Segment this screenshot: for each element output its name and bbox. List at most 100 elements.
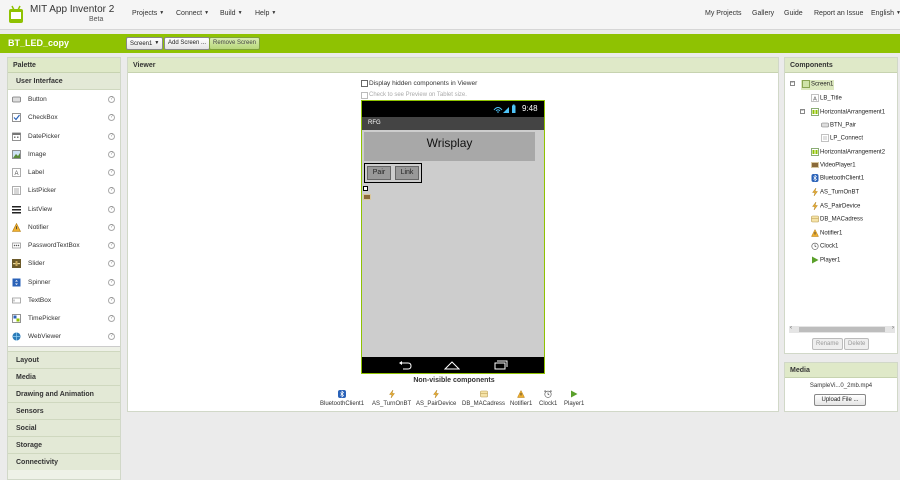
nonvisible-as-turnonbt[interactable]: AS_TurnOnBT [372, 390, 411, 407]
help-icon[interactable]: ? [108, 169, 115, 176]
screen-select-button[interactable]: Screen1 ▼ [126, 37, 164, 50]
help-icon[interactable]: ? [108, 296, 115, 304]
palette-category-media[interactable]: Media [8, 367, 120, 385]
palette-category-drawing-animation[interactable]: Drawing and Animation [8, 384, 120, 402]
tree-item-as-turnonbt[interactable]: AS_TurnOnBT [811, 188, 859, 198]
palette-item-listpicker[interactable]: ListPicker ? [8, 181, 120, 199]
caret-down-icon: ▼ [237, 10, 243, 16]
tree-item-horizontalarrangement2[interactable]: HorizontalArrangement2 [811, 148, 885, 158]
palette-section-user-interface[interactable]: User Interface [8, 73, 120, 90]
palette-item-label: Label [28, 169, 44, 176]
link-my-projects[interactable]: My Projects [705, 10, 742, 17]
palette-category-social[interactable]: Social [8, 418, 120, 436]
help-icon[interactable]: ? [108, 333, 115, 341]
tree-item-as-pairdevice[interactable]: AS_PairDevice [811, 202, 860, 212]
help-icon[interactable]: ? [108, 114, 115, 122]
display-hidden-checkbox[interactable] [361, 80, 368, 87]
link-button[interactable]: Link [395, 166, 419, 180]
lb-title-label[interactable]: Wrisplay [364, 132, 535, 161]
palette-item-label: WebViewer [28, 333, 61, 341]
palette-panel: Palette User Interface Button ? CheckBox… [7, 57, 121, 480]
scroll-right-icon[interactable]: › [892, 325, 894, 331]
button-icon [821, 122, 829, 128]
menu-help[interactable]: Help ▼ [255, 10, 276, 17]
palette-item-passwordtextbox[interactable]: PasswordTextBox ? [8, 236, 120, 254]
rename-button[interactable]: Rename [812, 338, 843, 350]
help-icon[interactable]: ? [108, 278, 115, 286]
help-icon[interactable]: ? [108, 187, 115, 195]
help-icon[interactable]: ? [108, 205, 115, 213]
tree-item-clock1[interactable]: Clock1 [811, 242, 838, 252]
tablet-preview-checkbox[interactable] [361, 92, 368, 99]
horizontal-arrangement-2[interactable] [363, 186, 368, 191]
label-icon: A [811, 94, 819, 102]
svg-text:A: A [14, 171, 18, 177]
scroll-left-icon[interactable]: ‹ [790, 325, 792, 331]
nonvisible-notifier1[interactable]: Notifier1 [510, 390, 532, 407]
nonvisible-bluetoothclient1[interactable]: BluetoothClient1 [320, 390, 364, 407]
menu-projects[interactable]: Projects ▼ [132, 10, 164, 17]
nonvisible-db-macadress[interactable]: DB_MACadress [462, 390, 505, 407]
button-icon [12, 96, 21, 103]
palette-category-storage[interactable]: Storage [8, 435, 120, 453]
components-scrollbar[interactable]: ‹ › [789, 325, 895, 333]
palette-category-connectivity[interactable]: Connectivity [8, 452, 120, 470]
palette-category-sensors[interactable]: Sensors [8, 401, 120, 419]
palette-item-checkbox[interactable]: CheckBox ? [8, 108, 120, 126]
palette-item-webviewer[interactable]: WebViewer ? [8, 327, 120, 345]
tree-item-db-macadress[interactable]: DB_MACadress [811, 215, 863, 225]
help-icon[interactable]: ? [108, 150, 115, 158]
nonvisible-as-pairdevice[interactable]: AS_PairDevice [416, 390, 456, 407]
help-icon[interactable]: ? [108, 260, 115, 268]
app-inventor-logo-icon[interactable] [6, 3, 26, 25]
tree-item-notifier1[interactable]: Notifier1 [811, 229, 842, 239]
link-report-issue[interactable]: Report an Issue [814, 10, 863, 17]
project-toolbar: BT_LED_copy Screen1 ▼ Add Screen ... Remo… [0, 34, 900, 53]
upload-file-button[interactable]: Upload File ... [814, 394, 866, 406]
palette-item-textbox[interactable]: TextBox ? [8, 291, 120, 309]
tree-item-videoplayer1[interactable]: VideoPlayer1 [811, 161, 856, 171]
scrollbar-thumb[interactable] [799, 327, 885, 332]
tinydb-icon [811, 215, 819, 223]
nonvisible-label: Notifier1 [510, 401, 533, 407]
palette-item-label-component[interactable]: A Label ? [8, 163, 120, 181]
palette-item-notifier[interactable]: Notifier ? [8, 218, 120, 236]
remove-screen-button[interactable]: Remove Screen [209, 37, 261, 50]
palette-item-image[interactable]: Image ? [8, 145, 120, 163]
collapse-harr1-icon[interactable]: − [800, 109, 805, 114]
menu-build[interactable]: Build ▼ [220, 10, 243, 17]
tree-item-bluetoothclient1[interactable]: BluetoothClient1 [811, 174, 864, 184]
tree-item-horizontalarrangement1[interactable]: HorizontalArrangement1 [811, 108, 885, 118]
help-icon[interactable]: ? [108, 223, 115, 231]
palette-item-listview[interactable]: ListView ? [8, 200, 120, 218]
add-screen-button[interactable]: Add Screen ... [164, 37, 211, 50]
horizontal-arrangement-1[interactable]: Pair Link [364, 163, 422, 183]
collapse-screen1-icon[interactable]: − [790, 81, 795, 86]
tree-item-screen1[interactable]: Screen1 [801, 80, 835, 90]
help-icon[interactable]: ? [108, 96, 115, 103]
nonvisible-label: DB_MACadress [462, 401, 506, 407]
palette-item-slider[interactable]: Slider ? [8, 254, 120, 272]
palette-item-spinner[interactable]: Spinner ? [8, 273, 120, 291]
delete-button[interactable]: Delete [844, 338, 870, 350]
help-icon[interactable]: ? [108, 315, 115, 322]
palette-category-layout[interactable]: Layout [8, 350, 120, 368]
link-gallery[interactable]: Gallery [752, 10, 774, 17]
link-guide[interactable]: Guide [784, 10, 803, 17]
palette-item-timepicker[interactable]: TimePicker ? [8, 309, 120, 327]
help-icon[interactable]: ? [108, 132, 115, 140]
menu-language[interactable]: English ▼ [871, 10, 900, 17]
palette-item-datepicker[interactable]: DatePicker ? [8, 127, 120, 145]
tree-item-lb-title[interactable]: A LB_Title [811, 94, 842, 104]
pair-button[interactable]: Pair [367, 166, 391, 180]
palette-item-button[interactable]: Button ? [8, 90, 120, 108]
tree-item-lp-connect[interactable]: LP_Connect [821, 134, 863, 144]
menu-connect[interactable]: Connect ▼ [176, 10, 209, 17]
nonvisible-clock1[interactable]: Clock1 [539, 390, 557, 407]
media-file-item[interactable]: SampleVi...0_2mb.mp4 [785, 383, 897, 389]
help-icon[interactable]: ? [108, 242, 115, 249]
tree-item-btn-pair[interactable]: BTN_Pair [821, 121, 856, 131]
nonvisible-player1[interactable]: Player1 [564, 390, 584, 407]
videoplayer-icon[interactable] [363, 194, 371, 200]
tree-item-player1[interactable]: Player1 [811, 256, 840, 266]
